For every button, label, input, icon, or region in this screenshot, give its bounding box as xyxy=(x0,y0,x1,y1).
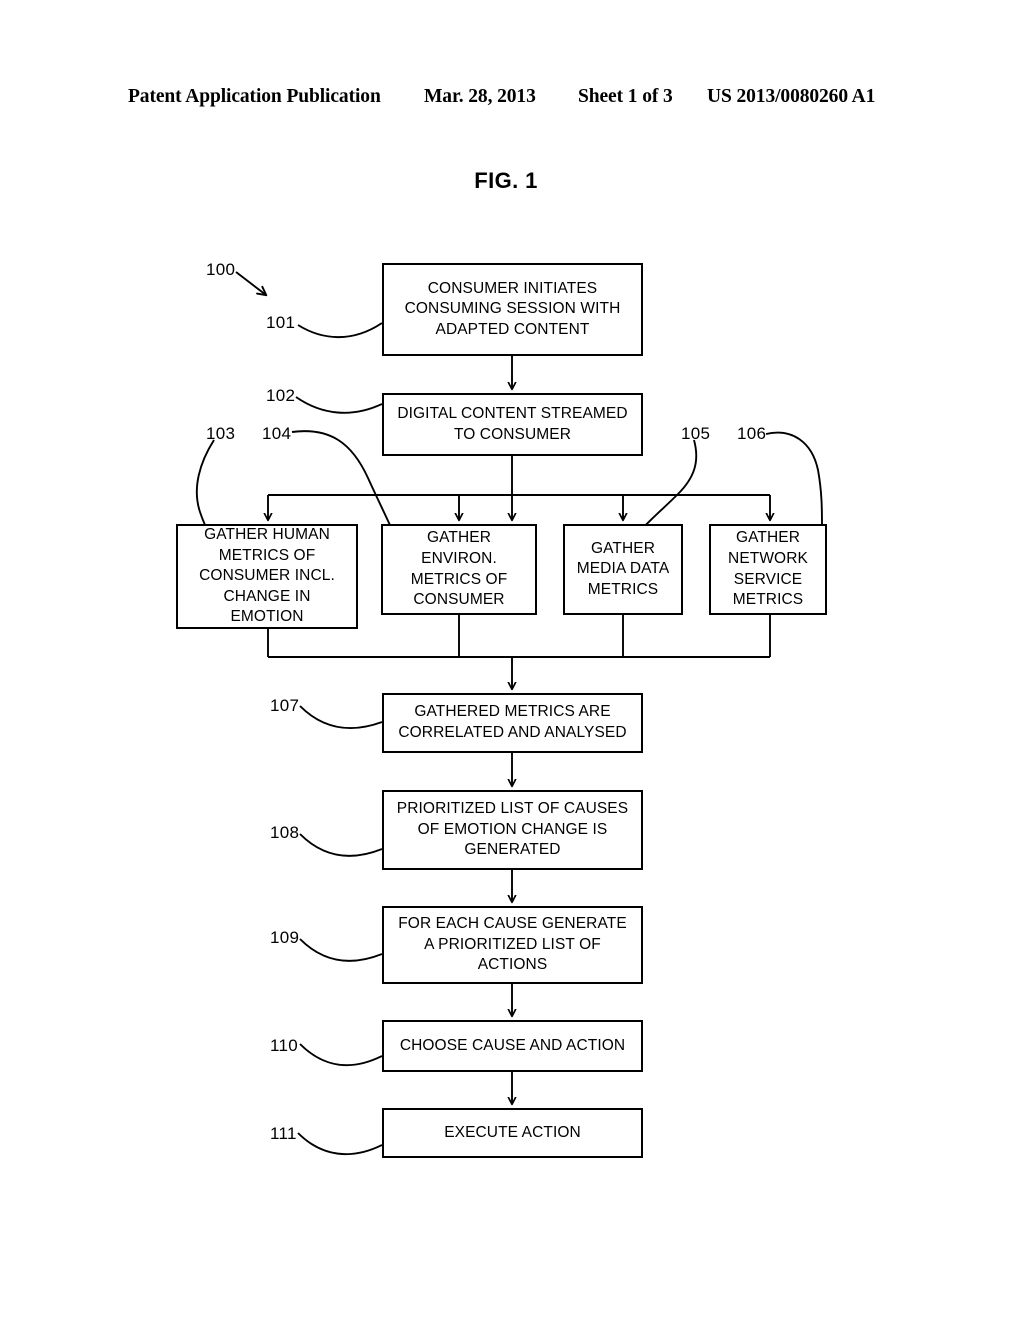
flowchart-box-105: GATHER MEDIA DATA METRICS xyxy=(563,524,683,615)
leader-109 xyxy=(299,938,383,962)
flowchart-box-111: EXECUTE ACTION xyxy=(382,1108,643,1158)
reference-numeral-106: 106 xyxy=(737,424,767,443)
flowchart-box-103: GATHER HUMAN METRICS OF CONSUMER INCL. C… xyxy=(176,524,358,629)
leader-110 xyxy=(299,1043,383,1067)
leader-105 xyxy=(641,439,698,530)
leader-111 xyxy=(297,1132,383,1156)
reference-numeral-107: 107 xyxy=(270,696,300,715)
flowchart-box-109: FOR EACH CAUSE GENERATE A PRIORITIZED LI… xyxy=(382,906,643,984)
flowchart-box-108: PRIORITIZED LIST OF CAUSES OF EMOTION CH… xyxy=(382,790,643,870)
numeral-100-arrow xyxy=(235,271,268,297)
leader-108 xyxy=(299,833,383,857)
leader-106 xyxy=(765,431,823,529)
reference-numeral-111: 111 xyxy=(270,1124,297,1143)
reference-numeral-109: 109 xyxy=(270,928,300,947)
flowchart-box-101: CONSUMER INITIATES CONSUMING SESSION WIT… xyxy=(382,263,643,356)
reference-numeral-110: 110 xyxy=(270,1036,299,1055)
leader-102 xyxy=(295,396,383,414)
reference-numeral-100: 100 xyxy=(206,260,236,279)
flowchart-box-106: GATHER NETWORK SERVICE METRICS xyxy=(709,524,827,615)
reference-numeral-103: 103 xyxy=(206,424,236,443)
reference-numeral-104: 104 xyxy=(262,424,292,443)
reference-numeral-102: 102 xyxy=(266,386,296,405)
reference-numeral-108: 108 xyxy=(270,823,300,842)
leader-104 xyxy=(291,430,395,535)
flowchart-box-107: GATHERED METRICS ARE CORRELATED AND ANAL… xyxy=(382,693,643,753)
leader-107 xyxy=(299,705,383,729)
leader-101 xyxy=(297,322,383,339)
reference-numeral-105: 105 xyxy=(681,424,711,443)
flowchart-box-104: GATHER ENVIRON. METRICS OF CONSUMER xyxy=(381,524,537,615)
flowchart-box-102: DIGITAL CONTENT STREAMED TO CONSUMER xyxy=(382,393,643,456)
flowchart-box-110: CHOOSE CAUSE AND ACTION xyxy=(382,1020,643,1072)
reference-numeral-101: 101 xyxy=(266,313,296,332)
